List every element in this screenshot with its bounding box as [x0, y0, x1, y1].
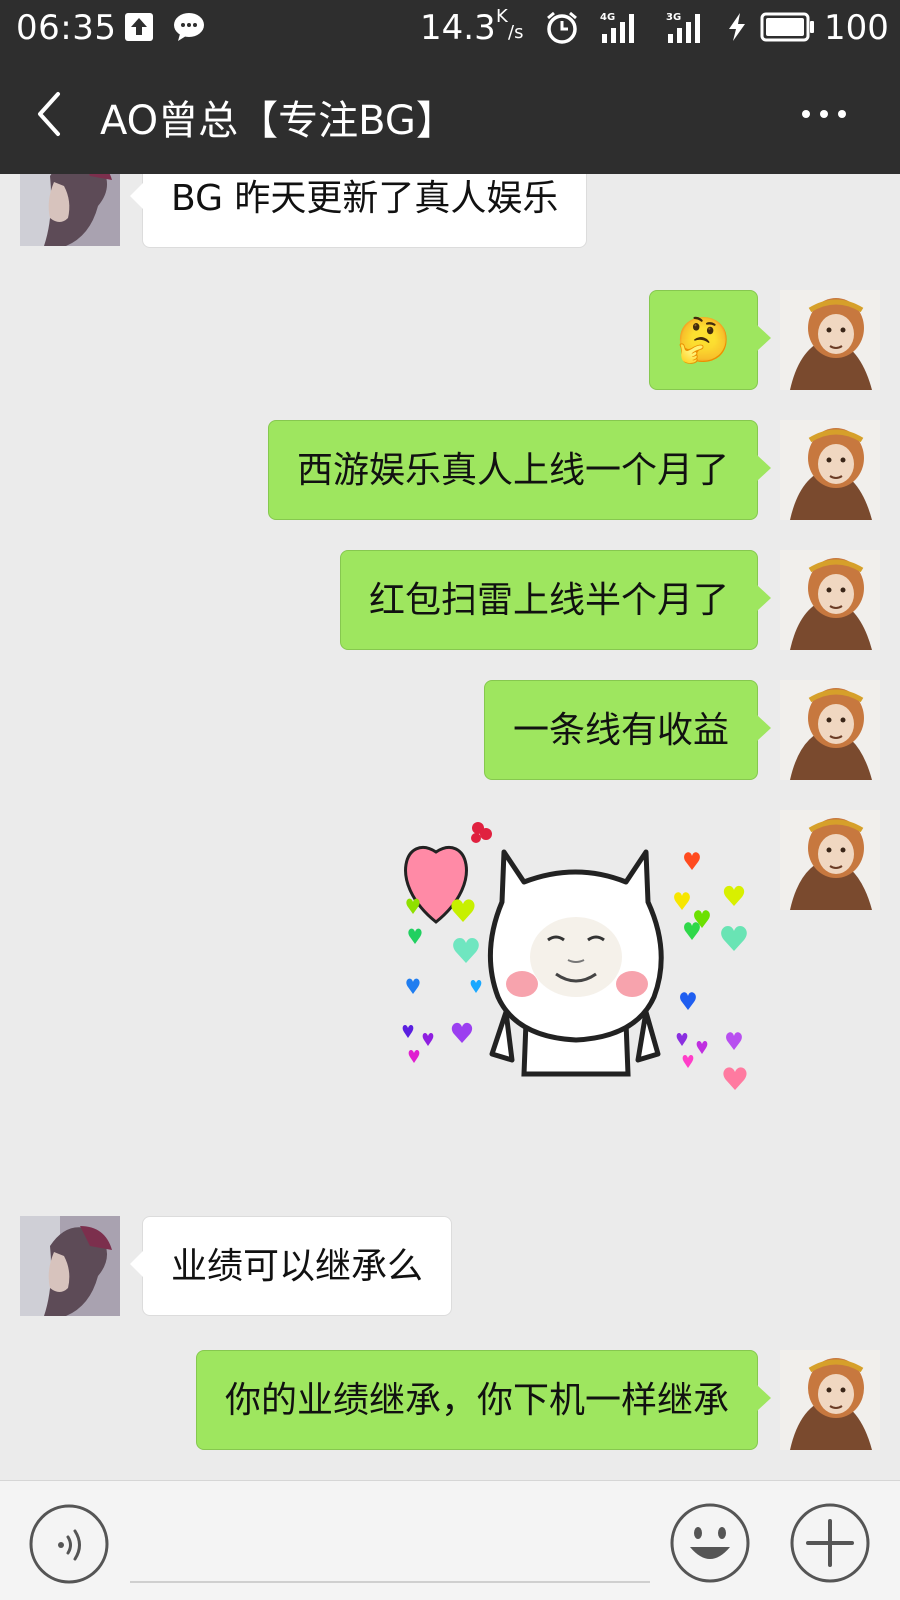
network-speed: 14.3 [420, 8, 496, 48]
message-text: 你的业绩继承，你下机一样继承 [224, 1380, 729, 1421]
message-bubble-outgoing[interactable]: 西游娱乐真人上线一个月了 [267, 420, 772, 520]
signal-4g-label: 4G [600, 12, 615, 23]
message-bubble-outgoing[interactable]: 红包扫雷上线半个月了 [339, 550, 772, 650]
message-text: 红包扫雷上线半个月了 [368, 580, 729, 621]
back-button[interactable] [30, 88, 70, 140]
wechat-icon [174, 13, 204, 41]
contact-avatar[interactable] [20, 1216, 120, 1316]
more-functions-button[interactable] [788, 1501, 872, 1585]
upload-icon [125, 13, 153, 41]
my-avatar[interactable] [780, 290, 880, 390]
signal-4g-icon: 4G [600, 12, 634, 43]
alarm-icon [547, 11, 577, 44]
battery-icon [760, 12, 814, 42]
my-avatar[interactable] [780, 810, 880, 910]
message-input[interactable] [130, 1507, 650, 1583]
chat-title: AO曾总【专注BG】 [100, 98, 456, 144]
message-bubble-outgoing[interactable]: 🤔 [649, 290, 771, 390]
thinking-face-emoji: 🤔 [676, 315, 731, 366]
signal-3g-label: 3G [666, 12, 681, 23]
my-avatar[interactable] [780, 550, 880, 650]
speed-unit-bottom: /s [508, 22, 524, 43]
status-time: 06:35 [16, 8, 117, 48]
my-avatar[interactable] [780, 420, 880, 520]
message-text: BG 昨天更新了真人娱乐 [171, 178, 559, 219]
emoji-button[interactable] [668, 1501, 752, 1585]
my-avatar[interactable] [780, 1350, 880, 1450]
signal-3g-icon: 3G [666, 12, 700, 43]
chat-area[interactable]: BG 昨天更新了真人娱乐 🤔 西游娱乐真人上线一个月了 红包扫雷上线半个月了 一… [0, 174, 900, 1480]
my-avatar[interactable] [780, 680, 880, 780]
message-bubble-incoming[interactable]: BG 昨天更新了真人娱乐 [129, 174, 588, 248]
status-bar: 06:35 14.3 K /s 4G 3G 100 [0, 0, 900, 56]
network-speed-unit: K /s [496, 8, 523, 42]
message-bubble-outgoing[interactable]: 一条线有收益 [483, 680, 772, 780]
message-bubble-outgoing[interactable]: 你的业绩继承，你下机一样继承 [195, 1350, 772, 1450]
contact-avatar[interactable] [20, 174, 120, 246]
message-text: 一条线有收益 [512, 710, 729, 751]
more-options-button[interactable] [800, 106, 848, 122]
input-bar [0, 1480, 900, 1600]
cat-face-hearts-sticker[interactable] [396, 812, 756, 1112]
message-text: 西游娱乐真人上线一个月了 [296, 450, 729, 491]
title-bar: AO曾总【专注BG】 [0, 56, 900, 174]
charging-icon [729, 13, 745, 41]
voice-input-button[interactable] [28, 1503, 110, 1585]
message-text: 业绩可以继承么 [171, 1246, 424, 1287]
battery-level: 100 [824, 8, 889, 48]
message-bubble-incoming[interactable]: 业绩可以继承么 [129, 1216, 453, 1316]
